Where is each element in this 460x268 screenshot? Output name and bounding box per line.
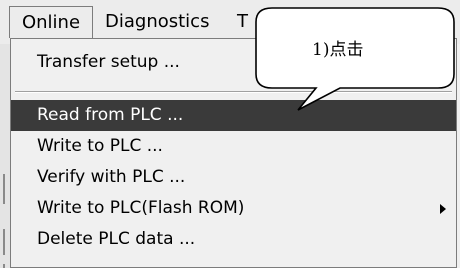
submenu-arrow-icon: [440, 204, 446, 214]
menu-separator: [15, 91, 452, 93]
online-dropdown-menu: Transfer setup ... Read from PLC ... Wri…: [10, 38, 457, 268]
edge-mark: [3, 174, 5, 204]
edge-mark: [3, 264, 5, 268]
menu-item-write-to-plc[interactable]: Write to PLC ...: [11, 131, 456, 162]
menu-tools[interactable]: T: [237, 6, 248, 38]
menu-online[interactable]: Online: [9, 6, 93, 38]
menu-item-write-to-plc-flash-rom[interactable]: Write to PLC(Flash ROM): [11, 193, 456, 224]
background-window-edge: [0, 44, 10, 268]
menu-item-verify-with-plc[interactable]: Verify with PLC ...: [11, 162, 456, 193]
menu-item-delete-plc-data[interactable]: Delete PLC data ...: [11, 224, 456, 255]
menu-diagnostics[interactable]: Diagnostics: [105, 6, 209, 38]
callout-text: 1)点击: [312, 40, 364, 60]
menu-item-label: Write to PLC(Flash ROM): [37, 198, 245, 218]
menu-item-read-from-plc[interactable]: Read from PLC ...: [11, 100, 456, 131]
edge-mark: [3, 229, 5, 255]
